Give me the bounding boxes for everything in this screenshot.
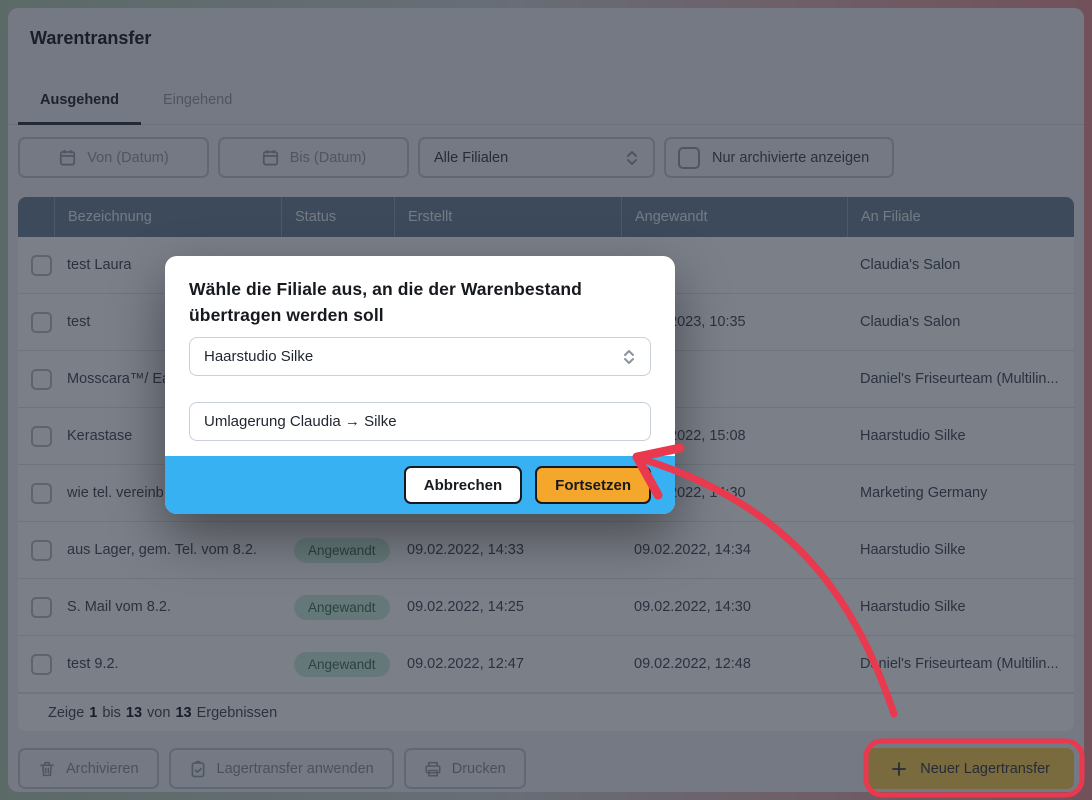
chevron-updown-icon [622, 349, 636, 365]
modal-footer: Abbrechen Fortsetzen [165, 456, 675, 514]
continue-button[interactable]: Fortsetzen [535, 466, 651, 504]
modal-body: Wähle die Filiale aus, an die der Warenb… [165, 256, 675, 456]
transfer-name-input[interactable] [189, 402, 651, 441]
branch-select-modal: Wähle die Filiale aus, an die der Warenb… [165, 256, 675, 514]
cancel-button[interactable]: Abbrechen [403, 466, 523, 504]
modal-title: Wähle die Filiale aus, an die der Warenb… [189, 279, 582, 325]
target-branch-select[interactable]: Haarstudio Silke [189, 337, 651, 376]
target-branch-value: Haarstudio Silke [204, 348, 314, 365]
